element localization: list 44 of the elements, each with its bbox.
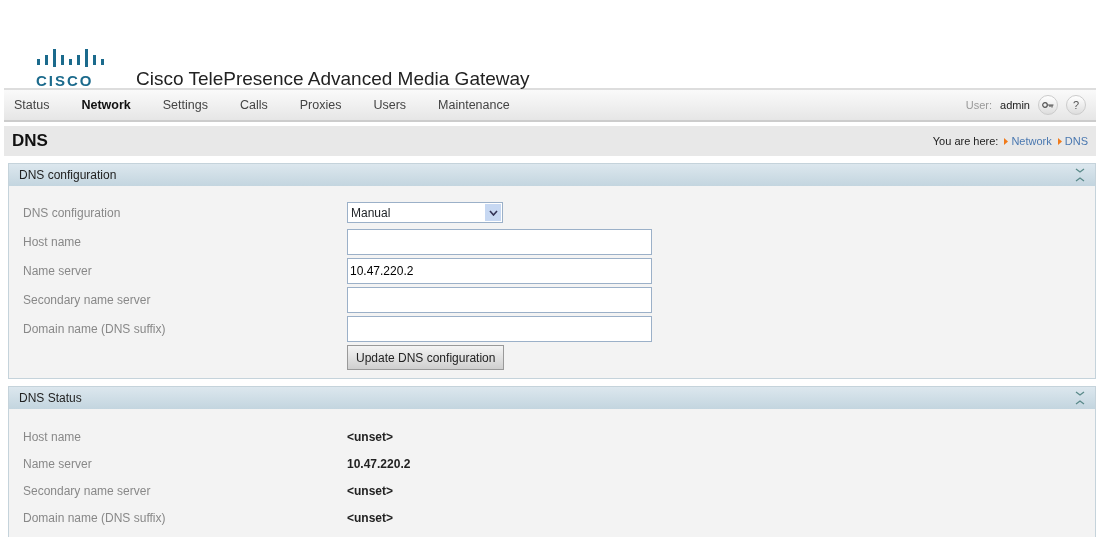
field-label: Secondary name server — [23, 291, 152, 309]
user-name: admin — [1000, 97, 1030, 113]
nav-tab[interactable]: Maintenance — [438, 95, 510, 115]
field-label: Domain name (DNS suffix) — [23, 320, 167, 338]
nav-tab[interactable]: Users — [373, 95, 407, 115]
user-label: User: — [965, 97, 993, 113]
input-field[interactable] — [347, 228, 652, 255]
update-button[interactable]: Update DNS configuration — [347, 345, 505, 370]
product-title: Cisco TelePresence Advanced Media Gateway — [136, 69, 530, 88]
logo-wordmark: CISCO — [36, 73, 94, 88]
status-value: 10.47.220.2 — [347, 455, 411, 473]
section-title: DNS Status — [19, 390, 82, 407]
bullet-icon — [1004, 137, 1009, 145]
input-field[interactable] — [347, 286, 652, 313]
field-label: DNS configuration — [23, 204, 122, 222]
nav-tab[interactable]: Proxies — [299, 95, 342, 115]
breadcrumb-link[interactable]: Network — [1011, 132, 1052, 150]
field-label: Host name — [23, 233, 83, 251]
input-field[interactable]: 10.47.220.2 — [347, 257, 652, 284]
nav-tab[interactable]: Network — [81, 95, 131, 115]
breadcrumb-link[interactable]: DNS — [1064, 132, 1088, 150]
input-field[interactable] — [347, 315, 652, 342]
status-label: Domain name (DNS suffix) — [23, 509, 167, 527]
chevron-down-icon — [488, 209, 498, 216]
nav-tab[interactable]: Settings — [162, 95, 208, 115]
dropdown[interactable]: Manual — [347, 202, 503, 223]
bullet-icon — [1057, 137, 1062, 145]
status-label: Host name — [23, 428, 83, 446]
logout-button[interactable] — [1038, 95, 1058, 115]
status-value: <unset> — [347, 509, 394, 527]
help-button[interactable]: ? — [1066, 95, 1086, 115]
section-title: DNS configuration — [19, 167, 117, 184]
status-value: <unset> — [347, 428, 394, 446]
page-title: DNS — [12, 130, 48, 153]
breadcrumb-label: You are here: — [932, 133, 999, 149]
collapse-icon[interactable] — [1075, 168, 1085, 182]
nav-tab[interactable]: Calls — [239, 95, 268, 115]
status-label: Name server — [23, 455, 93, 473]
collapse-icon[interactable] — [1075, 391, 1085, 405]
status-value: <unset> — [347, 482, 394, 500]
key-icon — [1042, 101, 1054, 109]
status-label: Secondary name server — [23, 482, 152, 500]
field-label: Name server — [23, 262, 93, 280]
nav-tab[interactable]: Status — [14, 95, 50, 115]
